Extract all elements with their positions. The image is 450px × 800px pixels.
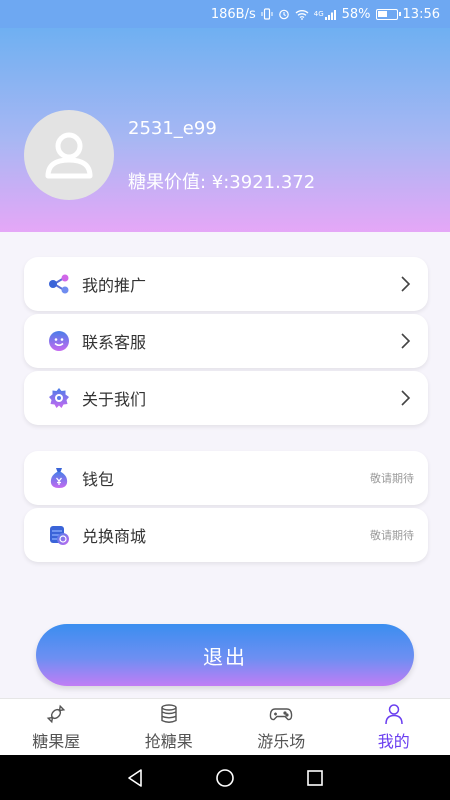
coins-icon: [157, 702, 181, 726]
coming-soon-label: 敬请期待: [370, 529, 414, 542]
menu-label: 我的推广: [82, 276, 147, 295]
customer-service-icon: [46, 328, 72, 354]
bottom-tab-bar: 糖果屋 抢糖果 游乐场 我的: [0, 698, 450, 755]
status-bar: 186B/s 4G 58% 13:56: [0, 0, 450, 28]
tab-label: 抢糖果: [144, 732, 193, 751]
candy-value: 糖果价值: ¥:3921.372: [128, 172, 316, 193]
battery-percent: 58%: [341, 6, 371, 22]
tab-grab-candy[interactable]: 抢糖果: [113, 699, 226, 755]
back-icon[interactable]: [123, 766, 147, 790]
menu-item-promotion[interactable]: 我的推广: [24, 257, 428, 311]
chevron-right-icon: [396, 275, 414, 293]
menu-label: 兑换商城: [82, 527, 147, 546]
menu-item-wallet[interactable]: 钱包 敬请期待: [24, 451, 428, 505]
tab-candy-house[interactable]: 糖果屋: [0, 699, 113, 755]
menu-item-customer-service[interactable]: 联系客服: [24, 314, 428, 368]
tab-label: 糖果屋: [32, 732, 81, 751]
menu-label: 关于我们: [82, 390, 147, 409]
clock: 13:56: [402, 6, 440, 22]
exchange-mall-icon: [46, 522, 72, 548]
tab-label: 我的: [377, 732, 410, 751]
system-nav-bar: [0, 755, 450, 800]
tab-mine[interactable]: 我的: [338, 699, 450, 755]
alarm-icon: [278, 8, 290, 20]
network-type: 4G: [313, 10, 324, 18]
menu-label: 联系客服: [82, 333, 147, 352]
tab-playground[interactable]: 游乐场: [225, 699, 338, 755]
gamepad-icon: [269, 702, 293, 726]
person-icon: [45, 132, 93, 179]
recent-apps-icon[interactable]: [303, 766, 327, 790]
network-speed: 186B/s: [210, 6, 256, 22]
wallet-icon: [46, 465, 72, 491]
candy-icon: [44, 702, 68, 726]
logout-button[interactable]: 退出: [36, 624, 414, 686]
share-icon: [46, 271, 72, 297]
signal-icon: 4G: [314, 9, 337, 20]
person-icon: [382, 702, 406, 726]
tab-label: 游乐场: [257, 732, 306, 751]
battery-icon: [375, 8, 401, 20]
wifi-icon: [295, 9, 309, 20]
home-icon[interactable]: [213, 766, 237, 790]
menu-label: 钱包: [82, 470, 115, 489]
avatar[interactable]: [24, 110, 114, 200]
chevron-right-icon: [396, 389, 414, 407]
username: 2531_e99: [128, 118, 217, 139]
chevron-right-icon: [396, 332, 414, 350]
menu-item-about-us[interactable]: 关于我们: [24, 371, 428, 425]
vibrate-icon: [261, 8, 273, 20]
about-icon: [46, 385, 72, 411]
menu-item-exchange-mall[interactable]: 兑换商城 敬请期待: [24, 508, 428, 562]
coming-soon-label: 敬请期待: [370, 472, 414, 485]
